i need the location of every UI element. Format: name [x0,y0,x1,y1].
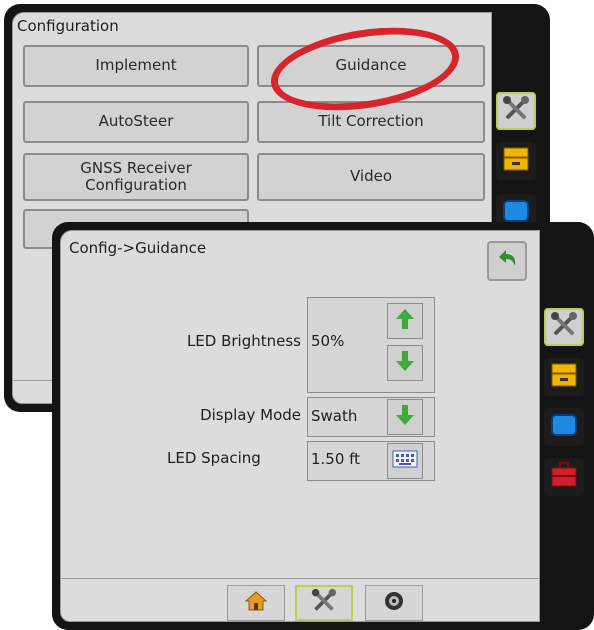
data-drawer-icon [501,144,531,178]
display-mode-value: Swath [311,407,358,425]
data-drawer-icon [549,360,579,394]
home-icon [244,589,268,617]
tools-icon [310,587,338,619]
page-title: Config->Guidance [69,239,207,257]
home-tab[interactable] [227,585,285,621]
tools-icon [549,310,579,344]
page-title: Configuration [17,17,119,35]
tools-tab-bottom[interactable] [295,585,353,621]
toolbox-icon [549,460,579,494]
led-spacing-value: 1.50 ft [311,450,361,468]
keyboard-icon [392,450,418,472]
led-spacing-label: LED Spacing [167,449,261,467]
guidance-screen: Config->Guidance LED Brightness 50% Disp… [52,222,594,630]
guidance-panel: Config->Guidance LED Brightness 50% Disp… [60,230,540,622]
tools-icon [501,94,531,128]
camera-icon [383,590,405,616]
display-mode-down-button[interactable] [387,399,423,435]
implement-button[interactable]: Implement [23,45,249,87]
arrow-up-icon [395,307,415,335]
gnss-receiver-configuration-button[interactable]: GNSS Receiver Configuration [23,153,249,201]
tools-tab[interactable] [496,92,536,130]
led-spacing-keyboard-button[interactable] [387,443,423,479]
data-tab[interactable] [496,142,536,180]
brightness-down-button[interactable] [387,345,423,381]
video-button[interactable]: Video [257,153,485,201]
console-tab[interactable] [544,408,584,446]
back-arrow-icon [495,247,519,275]
display-mode-label: Display Mode [200,406,301,424]
brightness-up-button[interactable] [387,303,423,339]
autosteer-button[interactable]: AutoSteer [23,101,249,143]
tools-tab[interactable] [544,308,584,346]
led-brightness-label: LED Brightness [186,332,301,350]
toolbox-tab[interactable] [544,458,584,496]
arrow-down-icon [395,349,415,377]
camera-tab[interactable] [365,585,423,621]
arrow-down-icon [395,403,415,431]
led-brightness-value: 50% [311,332,345,350]
console-display-icon [549,410,579,444]
data-tab[interactable] [544,358,584,396]
back-button[interactable] [487,241,527,281]
divider [61,578,539,579]
